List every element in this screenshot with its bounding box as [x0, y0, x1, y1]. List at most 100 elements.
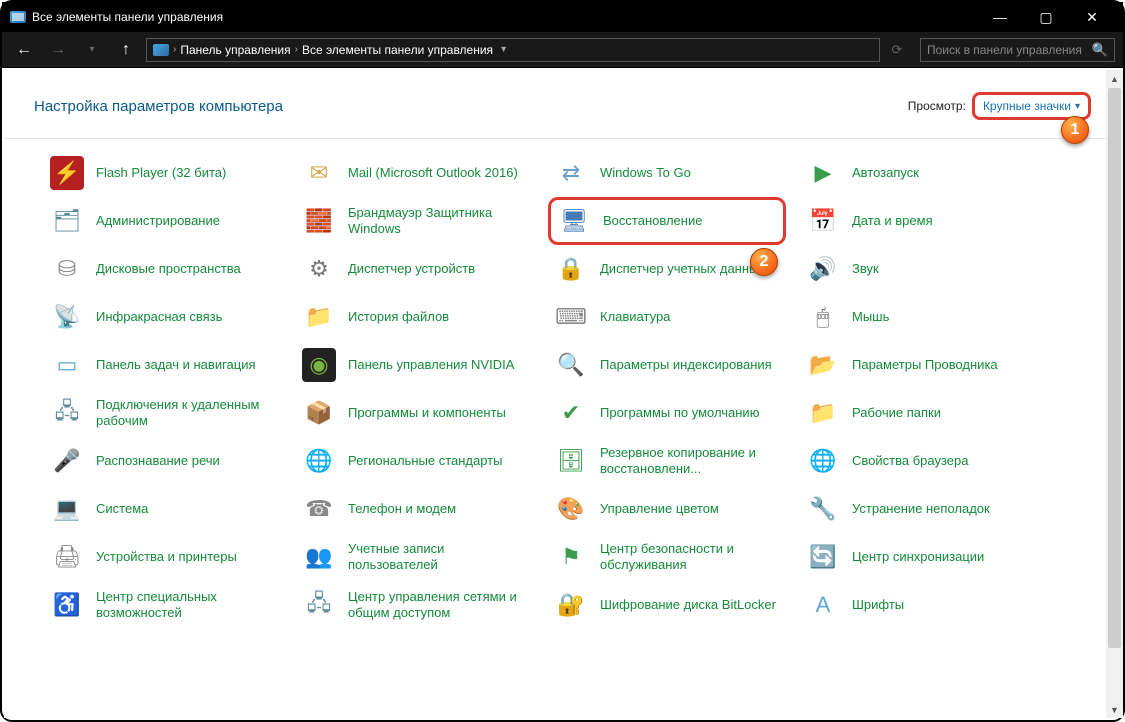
item-label: Клавиатура: [600, 309, 670, 325]
cp-item-firewall[interactable]: 🧱 Брандмауэр Защитника Windows: [296, 197, 534, 245]
cp-item-file-history[interactable]: 📁История файлов: [296, 293, 534, 341]
control-panel-icon: [153, 44, 169, 56]
storage-spaces-icon: ⛁: [50, 252, 84, 286]
mouse-icon: 🖱: [806, 300, 840, 334]
item-label: Брандмауэр Защитника Windows: [348, 205, 528, 236]
item-label: Рабочие папки: [852, 405, 941, 421]
breadcrumb-item[interactable]: Панель управления: [180, 43, 290, 57]
autoplay-icon: ▶: [806, 156, 840, 190]
breadcrumb-item[interactable]: Все элементы панели управления: [302, 43, 493, 57]
programs-icon: 📦: [302, 396, 336, 430]
devices-printers-icon: 🖨: [50, 540, 84, 574]
item-label: Управление цветом: [600, 501, 719, 517]
network-center-icon: 🖧: [302, 588, 336, 622]
cp-item-windows-to-go[interactable]: ⇄Windows To Go: [548, 149, 786, 197]
cp-item-mouse[interactable]: 🖱 Мышь: [800, 293, 1038, 341]
page-title: Настройка параметров компьютера: [34, 98, 283, 115]
cp-item-remoteapp[interactable]: 🖧Подключения к удаленным рабочим: [44, 389, 282, 437]
search-placeholder: Поиск в панели управления: [927, 43, 1082, 57]
work-folders-icon: 📁: [806, 396, 840, 430]
close-button[interactable]: ✕: [1069, 2, 1115, 32]
cp-item-default-programs[interactable]: ✔Программы по умолчанию: [548, 389, 786, 437]
refresh-button[interactable]: ⟳: [886, 36, 908, 64]
cp-item-ease-of-access[interactable]: ♿Центр специальных возможностей: [44, 581, 282, 629]
cp-item-date-time[interactable]: 📅Дата и время: [800, 197, 1038, 245]
cp-item-work-folders[interactable]: 📁 Рабочие папки: [800, 389, 1038, 437]
cp-item-bitlocker[interactable]: 🔐Шифрование диска BitLocker: [548, 581, 786, 629]
administration-icon: 🗂: [50, 204, 84, 238]
cp-item-security-center[interactable]: ⚑Центр безопасности и обслуживания: [548, 533, 786, 581]
item-label: Региональные стандарты: [348, 453, 502, 469]
cp-item-backup[interactable]: 🗄Резервное копирование и восстановлени..…: [548, 437, 786, 485]
cp-item-network-center[interactable]: 🖧Центр управления сетями и общим доступо…: [296, 581, 534, 629]
cp-item-nvidia-panel[interactable]: ◉Панель управления NVIDIA: [296, 341, 534, 389]
item-label: Администрирование: [96, 213, 220, 229]
scrollbar[interactable]: ▲ ▼: [1106, 70, 1123, 718]
cp-item-sound[interactable]: 🔊Звук: [800, 245, 1038, 293]
sync-center-icon: 🔄: [806, 540, 840, 574]
item-label: Центр синхронизации: [852, 549, 984, 565]
minimize-button[interactable]: —: [977, 2, 1023, 32]
cp-item-sync-center[interactable]: 🔄 Центр синхронизации: [800, 533, 1038, 581]
forward-button[interactable]: →: [44, 36, 72, 64]
cp-item-user-accounts[interactable]: 👥Учетные записи пользователей: [296, 533, 534, 581]
up-button[interactable]: ↑: [112, 36, 140, 64]
cp-item-fonts[interactable]: AШрифты: [800, 581, 1038, 629]
flash-player-icon: ⚡: [50, 156, 84, 190]
color-management-icon: 🎨: [554, 492, 588, 526]
cp-item-mail-outlook[interactable]: ✉ Mail (Microsoft Outlook 2016): [296, 149, 534, 197]
item-label: Мышь: [852, 309, 889, 325]
cp-item-phone-modem[interactable]: ☎Телефон и модем: [296, 485, 534, 533]
scrollbar-thumb[interactable]: [1108, 88, 1121, 648]
item-label: Mail (Microsoft Outlook 2016): [348, 165, 518, 181]
chevron-right-icon: ›: [173, 44, 176, 55]
item-label: Система: [96, 501, 148, 517]
item-label: Параметры Проводника: [852, 357, 998, 373]
default-programs-icon: ✔: [554, 396, 588, 430]
address-bar[interactable]: › Панель управления › Все элементы панел…: [146, 38, 880, 62]
cp-item-flash-player[interactable]: ⚡Flash Player (32 бита): [44, 149, 282, 197]
item-label: Устранение неполадок: [852, 501, 990, 517]
firewall-icon: 🧱: [302, 204, 336, 238]
item-label: Подключения к удаленным рабочим: [96, 397, 276, 428]
view-label: Просмотр:: [908, 99, 966, 113]
speech-icon: 🎤: [50, 444, 84, 478]
cp-item-recovery[interactable]: 🖥Восстановление: [548, 197, 786, 245]
cp-item-taskbar[interactable]: ▭Панель задач и навигация: [44, 341, 282, 389]
recent-dropdown[interactable]: ▾: [78, 36, 106, 64]
cp-item-autoplay[interactable]: ▶Автозапуск: [800, 149, 1038, 197]
cp-item-programs[interactable]: 📦Программы и компоненты: [296, 389, 534, 437]
item-label: Диспетчер устройств: [348, 261, 475, 277]
item-label: Дисковые пространства: [96, 261, 241, 277]
cp-item-devices-printers[interactable]: 🖨Устройства и принтеры: [44, 533, 282, 581]
scroll-up-icon[interactable]: ▲: [1106, 70, 1123, 87]
cp-item-infrared[interactable]: 📡Инфракрасная связь: [44, 293, 282, 341]
cp-item-region[interactable]: 🌐Региональные стандарты: [296, 437, 534, 485]
cp-item-explorer-options[interactable]: 📂Параметры Проводника: [800, 341, 1038, 389]
window-title: Все элементы панели управления: [32, 10, 223, 24]
cp-item-color-management[interactable]: 🎨 Управление цветом: [548, 485, 786, 533]
address-dropdown-icon[interactable]: ▾: [501, 44, 506, 55]
cp-item-storage-spaces[interactable]: ⛁ Дисковые пространства: [44, 245, 282, 293]
cp-item-internet-options[interactable]: 🌐Свойства браузера: [800, 437, 1038, 485]
search-input[interactable]: Поиск в панели управления 🔍: [920, 38, 1115, 62]
cp-item-administration[interactable]: 🗂 Администрирование: [44, 197, 282, 245]
cp-item-system[interactable]: 💻Система: [44, 485, 282, 533]
cp-item-device-manager[interactable]: ⚙Диспетчер устройств: [296, 245, 534, 293]
control-panel-icon: [10, 11, 26, 23]
item-label: История файлов: [348, 309, 449, 325]
mail-outlook-icon: ✉: [302, 156, 336, 190]
back-button[interactable]: ←: [10, 36, 38, 64]
scroll-down-icon[interactable]: ▼: [1106, 701, 1123, 718]
user-accounts-icon: 👥: [302, 540, 336, 574]
callout-1: 1: [1061, 116, 1089, 144]
cp-item-troubleshooting[interactable]: 🔧Устранение неполадок: [800, 485, 1038, 533]
cp-item-keyboard[interactable]: ⌨Клавиатура: [548, 293, 786, 341]
cp-item-speech[interactable]: 🎤Распознавание речи: [44, 437, 282, 485]
cp-item-indexing[interactable]: 🔍Параметры индексирования: [548, 341, 786, 389]
recovery-icon: 🖥: [557, 204, 591, 238]
maximize-button[interactable]: ▢: [1023, 2, 1069, 32]
cp-item-credential-manager[interactable]: 🔒Диспетчер учетных данных: [548, 245, 786, 293]
taskbar-icon: ▭: [50, 348, 84, 382]
fonts-icon: A: [806, 588, 840, 622]
